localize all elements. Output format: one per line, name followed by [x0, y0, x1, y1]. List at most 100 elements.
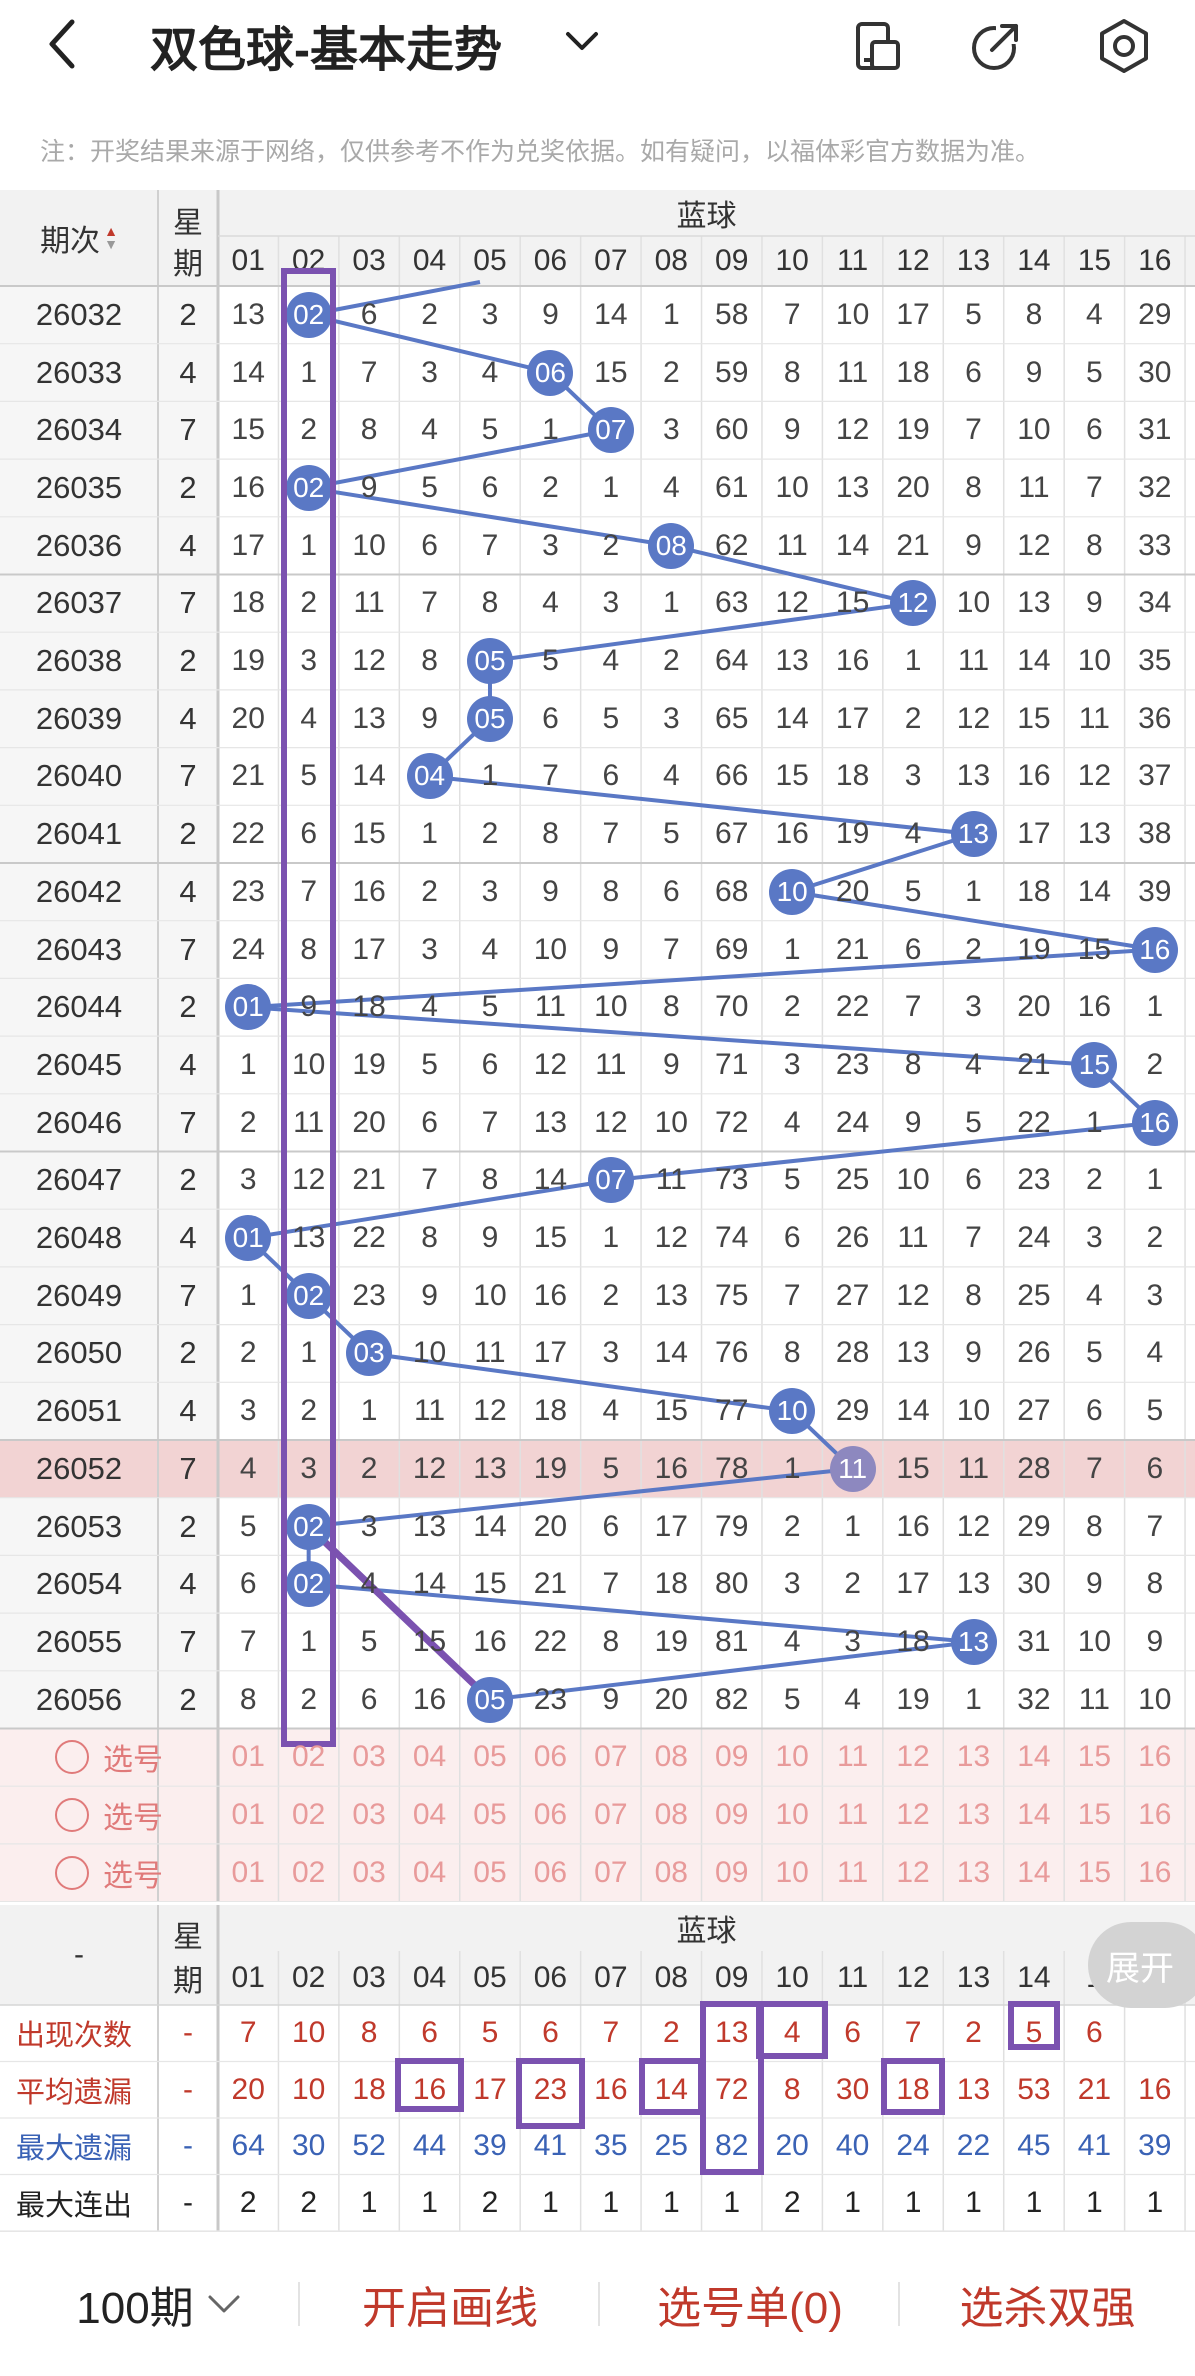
pick-number[interactable]: 14	[1004, 1844, 1064, 1902]
pick-number[interactable]: 13	[943, 1786, 1003, 1844]
omission-cell: 21	[231, 759, 265, 793]
pick-number[interactable]: 07	[581, 1844, 641, 1902]
pick-list-button[interactable]: 选号单(0)	[600, 2232, 900, 2376]
settings-icon[interactable]	[1094, 16, 1154, 76]
radio-icon[interactable]	[55, 1740, 89, 1775]
pick-number[interactable]: 12	[883, 1844, 943, 1902]
pick-number[interactable]: 02	[278, 1729, 338, 1787]
stats-dash: -	[183, 2129, 193, 2163]
pick-row-toggle[interactable]: 选号	[0, 1786, 218, 1844]
expand-button[interactable]: 展开	[1088, 1922, 1195, 2008]
pick-number[interactable]: 04	[399, 1729, 459, 1787]
stats-value: 35	[594, 2129, 628, 2163]
pick-number[interactable]: 03	[339, 1786, 399, 1844]
pick-number[interactable]: 16	[1125, 1786, 1185, 1844]
pick-number[interactable]: 05	[460, 1844, 520, 1902]
pick-number[interactable]: 05	[460, 1786, 520, 1844]
page-title[interactable]: 双色球-基本走势	[150, 10, 502, 80]
pick-number[interactable]: 01	[218, 1729, 278, 1787]
omission-cell: 7	[481, 528, 499, 562]
draw-line-button[interactable]: 开启画线	[300, 2232, 600, 2376]
pick-number[interactable]: 15	[1064, 1786, 1124, 1844]
pick-number[interactable]: 07	[581, 1786, 641, 1844]
pick-number[interactable]: 16	[1125, 1729, 1185, 1787]
pick-number[interactable]: 06	[520, 1844, 580, 1902]
omission-cell: 17	[896, 297, 930, 331]
chevron-left-icon[interactable]	[38, 16, 88, 72]
pick-number[interactable]: 08	[641, 1844, 701, 1902]
top-bar: 双色球-基本走势	[0, 0, 1195, 100]
pick-number[interactable]: 06	[520, 1786, 580, 1844]
stats-value: 6	[1086, 2016, 1103, 2050]
pick-number[interactable]: 11	[822, 1729, 882, 1787]
period-select[interactable]: 100期	[30, 2232, 290, 2376]
pick-number[interactable]: 09	[702, 1729, 762, 1787]
blue-ball-hit: 01	[225, 1215, 272, 1262]
omission-cell: 16	[654, 1451, 688, 1485]
omission-cell: 15	[1017, 701, 1051, 735]
omission-cell: 16	[896, 1509, 930, 1543]
omission-cell: 14	[473, 1509, 507, 1543]
pick-number[interactable]: 14	[1004, 1729, 1064, 1787]
omission-cell: 1	[1146, 1163, 1164, 1197]
pick-number[interactable]: 02	[278, 1844, 338, 1902]
omission-cell: 1	[481, 759, 499, 793]
pick-number[interactable]: 13	[943, 1729, 1003, 1787]
omission-cell: 1	[965, 1682, 982, 1716]
filter-button[interactable]: 选杀双强	[900, 2232, 1195, 2376]
radio-icon[interactable]	[55, 1855, 89, 1890]
omission-cell: 12	[654, 1221, 688, 1255]
omission-cell: 78	[715, 1451, 749, 1485]
phone-layout-icon[interactable]	[850, 18, 906, 74]
omission-cell: 8	[239, 1682, 257, 1716]
omission-cell: 8	[421, 1221, 438, 1255]
radio-icon[interactable]	[55, 1798, 89, 1833]
pick-number[interactable]: 05	[460, 1729, 520, 1787]
share-icon[interactable]	[968, 18, 1024, 74]
pick-number[interactable]: 09	[702, 1786, 762, 1844]
omission-cell: 11	[776, 528, 808, 562]
blue-ball-hit: 16	[1131, 926, 1178, 973]
pick-number[interactable]: 01	[218, 1786, 278, 1844]
omission-cell: 28	[1017, 1451, 1051, 1485]
pick-number[interactable]: 10	[762, 1844, 822, 1902]
pick-number[interactable]: 11	[822, 1844, 882, 1902]
omission-cell: 9	[904, 1105, 922, 1139]
pick-number[interactable]: 03	[339, 1729, 399, 1787]
pick-number[interactable]: 10	[762, 1729, 822, 1787]
stats-value: 1	[844, 2185, 861, 2219]
omission-cell: 6	[481, 470, 499, 504]
pick-number[interactable]: 11	[822, 1786, 882, 1844]
pick-number[interactable]: 08	[641, 1729, 701, 1787]
pick-number[interactable]: 09	[702, 1844, 762, 1902]
omission-cell: 15	[896, 1451, 930, 1485]
omission-cell: 14	[835, 528, 870, 562]
pick-number[interactable]: 07	[581, 1729, 641, 1787]
pick-number[interactable]: 14	[1004, 1786, 1064, 1844]
pick-number[interactable]: 15	[1064, 1729, 1124, 1787]
pick-number[interactable]: 12	[883, 1729, 943, 1787]
chevron-down-icon[interactable]	[562, 26, 602, 56]
omission-cell: 7	[904, 990, 922, 1024]
stats-value: 39	[473, 2129, 507, 2163]
pick-number[interactable]: 13	[943, 1844, 1003, 1902]
omission-cell: 23	[1017, 1163, 1051, 1197]
pick-number[interactable]: 03	[339, 1844, 399, 1902]
pick-number[interactable]: 16	[1125, 1844, 1185, 1902]
pick-number[interactable]: 04	[399, 1786, 459, 1844]
pick-number[interactable]: 08	[641, 1786, 701, 1844]
omission-cell: 18	[896, 355, 930, 389]
pick-row-toggle[interactable]: 选号	[0, 1844, 218, 1902]
pick-number[interactable]: 15	[1064, 1844, 1124, 1902]
omission-cell: 4	[783, 1624, 801, 1658]
pick-number[interactable]: 04	[399, 1844, 459, 1902]
pick-number[interactable]: 12	[883, 1786, 943, 1844]
omission-cell: 14	[533, 1163, 568, 1197]
pick-number[interactable]: 10	[762, 1786, 822, 1844]
pick-number[interactable]: 02	[278, 1786, 338, 1844]
omission-cell: 8	[481, 1163, 499, 1197]
pick-row-toggle[interactable]: 选号	[0, 1729, 218, 1787]
pick-number[interactable]: 01	[218, 1844, 278, 1902]
pick-number[interactable]: 06	[520, 1729, 580, 1787]
omission-cell: 14	[231, 355, 265, 389]
